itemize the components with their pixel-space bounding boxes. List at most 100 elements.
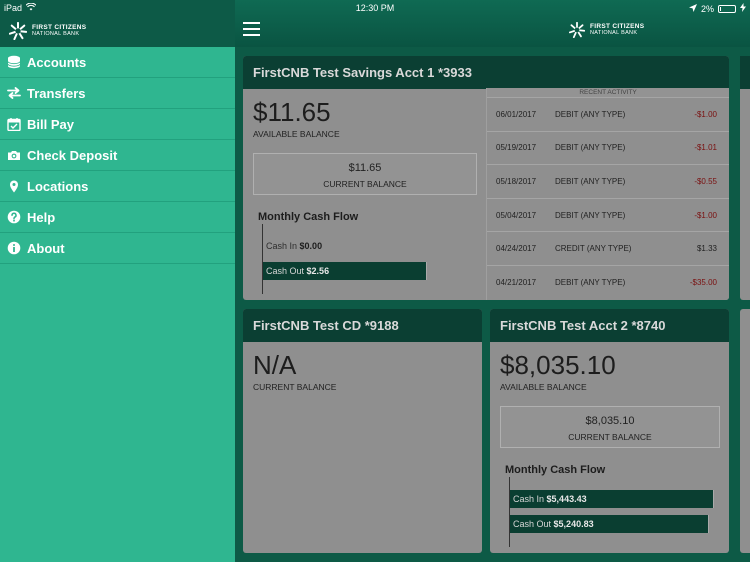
cash-flow-axis bbox=[509, 477, 510, 547]
status-bar: iPad 12:30 PM 2% bbox=[0, 0, 750, 16]
camera-icon bbox=[7, 148, 21, 162]
recent-activity-header: RECENT ACTIVITY bbox=[487, 88, 729, 98]
location-arrow-icon bbox=[688, 3, 697, 14]
available-balance-label: AVAILABLE BALANCE bbox=[253, 129, 340, 139]
bank-logo: FIRST CITIZENS NATIONAL BANK bbox=[9, 22, 86, 40]
charging-icon bbox=[740, 3, 746, 14]
brand-name-line1: FIRST CITIZENS bbox=[32, 24, 87, 31]
transfer-arrows-icon bbox=[7, 86, 21, 100]
activity-row[interactable]: 04/21/2017 DEBIT (ANY TYPE) -$35.00 bbox=[487, 266, 729, 300]
menu-item-locations[interactable]: Locations bbox=[0, 171, 235, 202]
current-balance-value: $8,035.10 bbox=[585, 415, 635, 427]
cash-in-value: $5,443.43 bbox=[546, 494, 587, 504]
activity-date: 04/21/2017 bbox=[496, 278, 537, 288]
menu-item-transfers[interactable]: Transfers bbox=[0, 78, 235, 109]
activity-date: 06/01/2017 bbox=[496, 109, 537, 119]
account-card-cd[interactable]: FirstCNB Test CD *9188 N/A CURRENT BALAN… bbox=[243, 309, 482, 553]
cash-in-bar: Cash In $0.00 bbox=[263, 237, 413, 255]
current-balance-box: $8,035.10 CURRENT BALANCE bbox=[500, 406, 720, 448]
cash-in-label: Cash In bbox=[266, 241, 298, 251]
activity-row[interactable]: 05/18/2017 DEBIT (ANY TYPE) -$0.55 bbox=[487, 165, 729, 199]
account-card-partial[interactable] bbox=[740, 309, 750, 553]
activity-row[interactable]: 05/04/2017 DEBIT (ANY TYPE) -$1.00 bbox=[487, 199, 729, 233]
main-content: FIRST CITIZENS NATIONAL BANK FirstCNB Te… bbox=[235, 0, 750, 562]
current-balance-label: CURRENT BALANCE bbox=[323, 179, 407, 189]
activity-date: 05/18/2017 bbox=[496, 176, 537, 186]
balance-label: CURRENT BALANCE bbox=[253, 382, 337, 392]
calendar-check-icon bbox=[7, 117, 21, 131]
help-icon bbox=[7, 210, 21, 224]
bank-logo-icon bbox=[9, 22, 27, 40]
activity-row[interactable]: 04/24/2017 CREDIT (ANY TYPE) $1.33 bbox=[487, 232, 729, 266]
cash-in-bar: Cash In $5,443.43 bbox=[510, 490, 714, 508]
brand-name-line2: NATIONAL BANK bbox=[590, 30, 638, 36]
cash-out-value: $2.56 bbox=[306, 266, 330, 276]
activity-type: DEBIT (ANY TYPE) bbox=[555, 176, 626, 186]
account-card-checking[interactable]: FirstCNB Test Acct 2 *8740 $8,035.10 AVA… bbox=[490, 309, 729, 553]
activity-type: DEBIT (ANY TYPE) bbox=[555, 278, 626, 288]
cash-flow-title: Monthly Cash Flow bbox=[258, 211, 359, 223]
menu-label: Bill Pay bbox=[27, 116, 74, 132]
menu-label: Help bbox=[27, 209, 56, 225]
cash-out-label: Cash Out bbox=[266, 266, 305, 276]
battery-percent: 2% bbox=[700, 3, 714, 14]
side-menu: FIRST CITIZENS NATIONAL BANK Accounts Tr… bbox=[0, 0, 235, 562]
activity-date: 05/19/2017 bbox=[496, 143, 537, 153]
cash-in-value: $0.00 bbox=[299, 241, 323, 251]
menu-item-bill-pay[interactable]: Bill Pay bbox=[0, 109, 235, 140]
recent-activity-list: RECENT ACTIVITY 06/01/2017 DEBIT (ANY TY… bbox=[486, 88, 729, 300]
activity-amount: -$1.00 bbox=[694, 109, 717, 119]
cash-flow-axis bbox=[262, 224, 263, 294]
menu-item-about[interactable]: About bbox=[0, 233, 235, 264]
menu-label: Accounts bbox=[27, 54, 87, 70]
account-card-savings[interactable]: FirstCNB Test Savings Acct 1 *3933 $11.6… bbox=[243, 56, 729, 300]
brand-name-line2: NATIONAL BANK bbox=[32, 31, 80, 37]
menu-label: Check Deposit bbox=[27, 147, 118, 163]
header-logo: FIRST CITIZENS NATIONAL BANK bbox=[569, 22, 644, 38]
activity-date: 04/24/2017 bbox=[496, 244, 537, 254]
balance-value: N/A bbox=[253, 350, 297, 380]
activity-amount: -$0.55 bbox=[694, 176, 717, 186]
cash-out-bar: Cash Out $2.56 bbox=[263, 262, 427, 280]
hamburger-menu-icon[interactable] bbox=[243, 22, 260, 36]
menu-label: Transfers bbox=[27, 85, 86, 101]
current-balance-box: $11.65 CURRENT BALANCE bbox=[253, 153, 477, 195]
activity-amount: -$35.00 bbox=[689, 278, 717, 288]
activity-type: DEBIT (ANY TYPE) bbox=[555, 109, 626, 119]
menu-label: Locations bbox=[27, 178, 89, 194]
activity-row[interactable]: 06/01/2017 DEBIT (ANY TYPE) -$1.00 bbox=[487, 98, 729, 132]
clock: 12:30 PM bbox=[355, 3, 395, 13]
menu-item-check-deposit[interactable]: Check Deposit bbox=[0, 140, 235, 171]
available-balance-value: $11.65 bbox=[253, 97, 331, 127]
accounts-icon bbox=[7, 55, 21, 69]
account-card-partial[interactable] bbox=[740, 56, 750, 300]
battery-icon bbox=[718, 4, 736, 13]
cash-flow-title: Monthly Cash Flow bbox=[505, 464, 606, 476]
activity-amount: -$1.01 bbox=[694, 143, 717, 153]
menu-item-help[interactable]: Help bbox=[0, 202, 235, 233]
activity-amount: -$1.00 bbox=[694, 210, 717, 220]
activity-date: 05/04/2017 bbox=[496, 210, 537, 220]
activity-amount: $1.33 bbox=[696, 244, 717, 254]
account-title: FirstCNB Test Acct 2 *8740 bbox=[490, 309, 729, 342]
activity-type: CREDIT (ANY TYPE) bbox=[555, 244, 632, 254]
cash-out-bar: Cash Out $5,240.83 bbox=[510, 515, 709, 533]
activity-type: DEBIT (ANY TYPE) bbox=[555, 210, 626, 220]
available-balance-label: AVAILABLE BALANCE bbox=[500, 382, 587, 392]
cash-in-label: Cash In bbox=[513, 494, 545, 504]
info-icon bbox=[7, 241, 21, 255]
current-balance-label: CURRENT BALANCE bbox=[568, 432, 652, 442]
available-balance-value: $8,035.10 bbox=[500, 350, 616, 380]
map-pin-icon bbox=[7, 179, 21, 193]
cash-out-value: $5,240.83 bbox=[553, 519, 594, 529]
menu-label: About bbox=[27, 240, 65, 256]
bank-logo-icon bbox=[569, 22, 585, 38]
account-title: FirstCNB Test CD *9188 bbox=[243, 309, 482, 342]
cash-out-label: Cash Out bbox=[513, 519, 552, 529]
menu-item-accounts[interactable]: Accounts bbox=[0, 47, 235, 78]
activity-row[interactable]: 05/19/2017 DEBIT (ANY TYPE) -$1.01 bbox=[487, 132, 729, 166]
activity-type: DEBIT (ANY TYPE) bbox=[555, 143, 626, 153]
brand-name-line1: FIRST CITIZENS bbox=[590, 23, 645, 30]
account-title: FirstCNB Test Savings Acct 1 *3933 bbox=[243, 56, 729, 89]
current-balance-value: $11.65 bbox=[348, 162, 382, 174]
